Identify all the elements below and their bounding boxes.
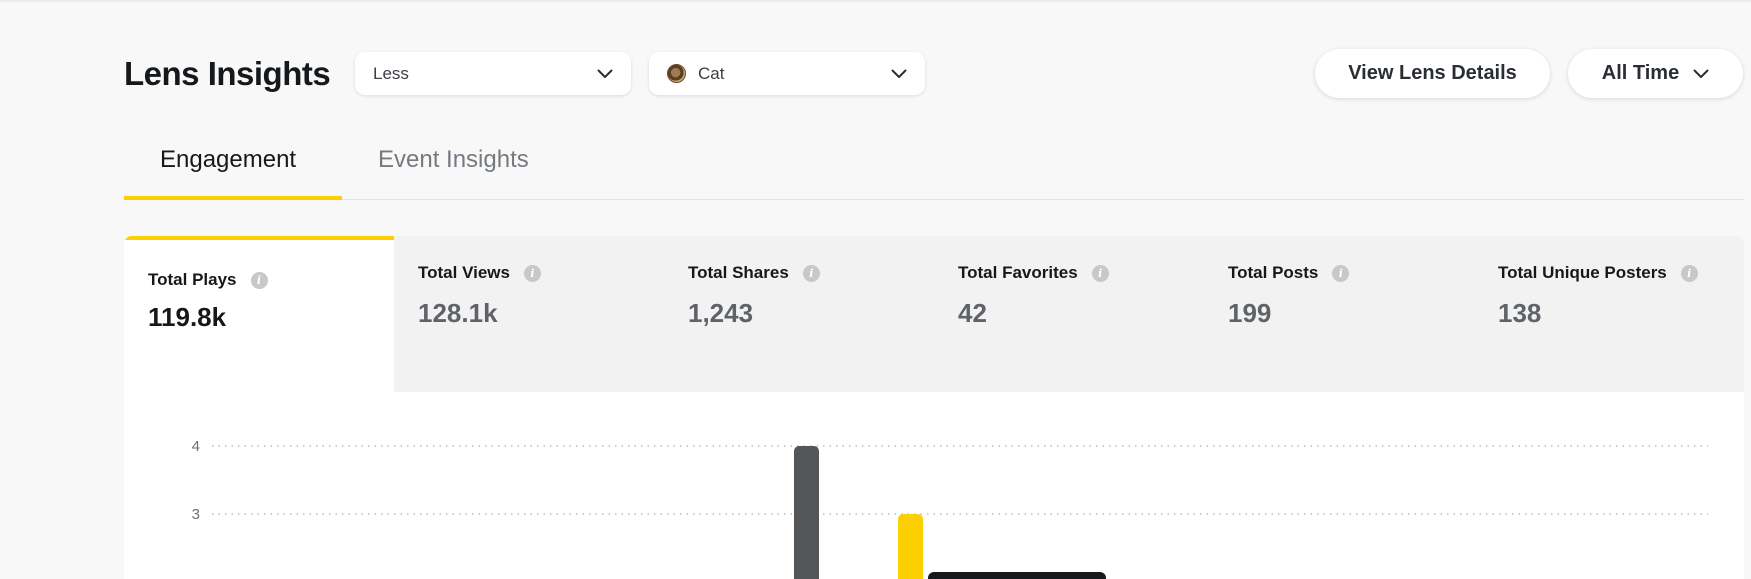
chart-bar[interactable] [794,446,819,579]
tab-event-insights[interactable]: Event Insights [378,146,529,174]
chart-svg: 43 [192,438,1708,579]
lens-dropdown[interactable]: Cat [649,52,925,95]
time-range-dropdown[interactable]: All Time [1568,49,1743,98]
lens-dropdown-value: Cat [698,63,725,83]
info-icon[interactable]: i [1680,264,1698,282]
info-icon[interactable]: i [1332,264,1350,282]
metric-label-wrap: Total Plays i [148,270,268,290]
metric-label: Total Views [418,263,510,282]
view-lens-details-label: View Lens Details [1348,62,1517,84]
y-tick-label: 4 [192,438,200,455]
active-tab-indicator [124,196,342,200]
metric-label: Total Shares [688,263,789,282]
view-lens-details-button[interactable]: View Lens Details [1315,49,1550,98]
metric-value: 42 [958,298,987,328]
y-tick-label: 3 [192,506,200,523]
metric-label: Total Favorites [958,263,1078,282]
metric-label-wrap: Total Views i [418,263,541,283]
chevron-down-icon [597,69,613,78]
info-icon[interactable]: i [1091,264,1109,282]
metric-label: Total Unique Posters [1498,263,1667,282]
chart-bar[interactable] [898,514,923,579]
metric-total-posts[interactable]: Total Posts i 199 [1204,236,1474,392]
metric-total-views[interactable]: Total Views i 128.1k [394,236,664,392]
metric-total-favorites[interactable]: Total Favorites i 42 [934,236,1204,392]
metric-label: Total Plays [148,270,237,289]
metric-label-wrap: Total Unique Posters i [1498,263,1698,283]
chart-tooltip [928,572,1106,579]
level-dropdown[interactable]: Less [355,52,631,95]
metric-value: 199 [1228,298,1272,328]
metric-label-wrap: Total Favorites i [958,263,1109,283]
metric-label-wrap: Total Posts i [1228,263,1350,283]
metric-value: 128.1k [418,298,498,328]
metric-value: 119.8k [148,302,227,332]
engagement-chart: 43 [124,392,1744,579]
tab-engagement[interactable]: Engagement [160,146,296,174]
chevron-down-icon [1693,69,1709,78]
insights-tabs: Engagement Event Insights [124,130,1744,200]
page-header: Lens Insights Less Cat View Lens Details… [0,0,1751,120]
metric-label-wrap: Total Shares i [688,263,820,283]
page-title: Lens Insights [124,55,331,92]
info-icon[interactable]: i [250,271,268,289]
engagement-panel: Total Plays i 119.8k Total Views i 128.1… [124,236,1744,579]
info-icon[interactable]: i [802,264,820,282]
metric-total-unique-posters[interactable]: Total Unique Posters i 138 [1474,236,1744,392]
time-range-label: All Time [1601,62,1680,84]
level-dropdown-value: Less [373,63,409,83]
metric-total-plays[interactable]: Total Plays i 119.8k [124,236,394,392]
info-icon[interactable]: i [523,264,541,282]
lens-thumbnail-icon [667,64,686,83]
metric-total-shares[interactable]: Total Shares i 1,243 [664,236,934,392]
metrics-row: Total Plays i 119.8k Total Views i 128.1… [124,236,1744,392]
metric-value: 138 [1498,298,1542,328]
metric-label: Total Posts [1228,263,1319,282]
metric-value: 1,243 [688,298,754,328]
chevron-down-icon [891,69,907,78]
